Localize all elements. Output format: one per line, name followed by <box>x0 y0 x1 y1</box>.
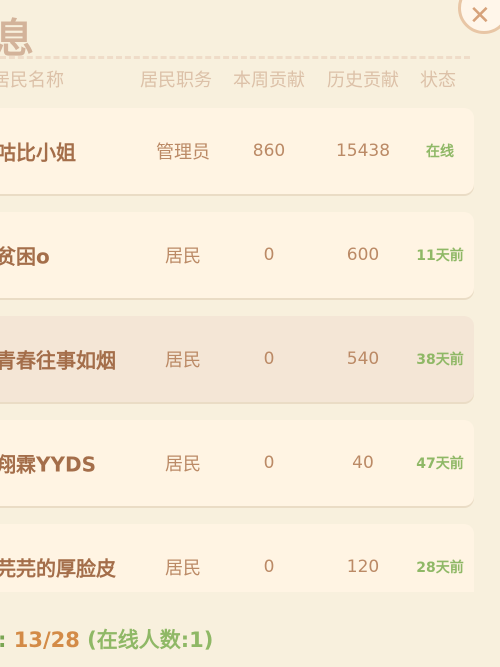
resident-history: 40 <box>352 453 374 473</box>
table-header: 居民名称 居民职务 本周贡献 历史贡献 状态 <box>0 66 500 91</box>
header-weekly: 本周贡献 <box>233 70 305 91</box>
table-row[interactable]: 贫困o 居民 0 600 11天前 <box>0 212 474 298</box>
resident-name: 青春往事如烟 <box>0 348 116 373</box>
resident-weekly: 0 <box>263 453 275 473</box>
resident-name: 芫芫的厚脸皮 <box>0 556 116 581</box>
resident-name: 贫困o <box>0 244 50 269</box>
resident-role: 居民 <box>165 558 201 579</box>
resident-status: 在线 <box>426 144 454 160</box>
population-summary: : 13/28 (在线人数:1) <box>0 624 213 654</box>
close-button[interactable]: ✕ <box>458 0 500 34</box>
resident-status: 11天前 <box>416 248 464 264</box>
online-count: (在线人数:1) <box>87 628 214 652</box>
resident-role: 居民 <box>165 246 201 267</box>
header-history: 历史贡献 <box>327 70 399 91</box>
header-role: 居民职务 <box>140 70 212 91</box>
header-status: 状态 <box>420 70 456 91</box>
table-row[interactable]: 青春往事如烟 居民 0 540 38天前 <box>0 316 474 402</box>
resident-name: 翔霖YYDS <box>0 452 96 477</box>
resident-weekly: 0 <box>263 349 275 369</box>
header-name: 居民名称 <box>0 70 64 91</box>
resident-history: 120 <box>346 557 380 577</box>
table-row[interactable]: 翔霖YYDS 居民 0 40 47天前 <box>0 420 474 506</box>
resident-role: 管理员 <box>156 142 210 163</box>
resident-name: 咕比小姐 <box>0 140 76 165</box>
title-divider <box>0 56 470 59</box>
table-row[interactable]: 咕比小姐 管理员 860 15438 在线 <box>0 108 474 194</box>
resident-status: 47天前 <box>416 456 464 472</box>
resident-list[interactable]: 咕比小姐 管理员 860 15438 在线 贫困o 居民 0 600 11天前 … <box>0 100 488 592</box>
resident-history: 600 <box>346 245 380 265</box>
resident-status: 28天前 <box>416 560 464 576</box>
close-icon: ✕ <box>469 1 491 31</box>
resident-weekly: 0 <box>263 245 275 265</box>
resident-status: 38天前 <box>416 352 464 368</box>
resident-weekly: 0 <box>263 557 275 577</box>
resident-weekly: 860 <box>252 141 286 161</box>
resident-history: 540 <box>346 349 380 369</box>
resident-role: 居民 <box>165 350 201 371</box>
residents-panel: 息 ✕ 居民名称 居民职务 本周贡献 历史贡献 状态 咕比小姐 管理员 860 … <box>0 0 500 667</box>
table-row[interactable]: 芫芫的厚脸皮 居民 0 120 28天前 <box>0 524 474 592</box>
summary-colon: : <box>0 628 6 652</box>
resident-role: 居民 <box>165 454 201 475</box>
resident-history: 15438 <box>335 141 391 161</box>
population-count: 13/28 <box>13 628 80 652</box>
